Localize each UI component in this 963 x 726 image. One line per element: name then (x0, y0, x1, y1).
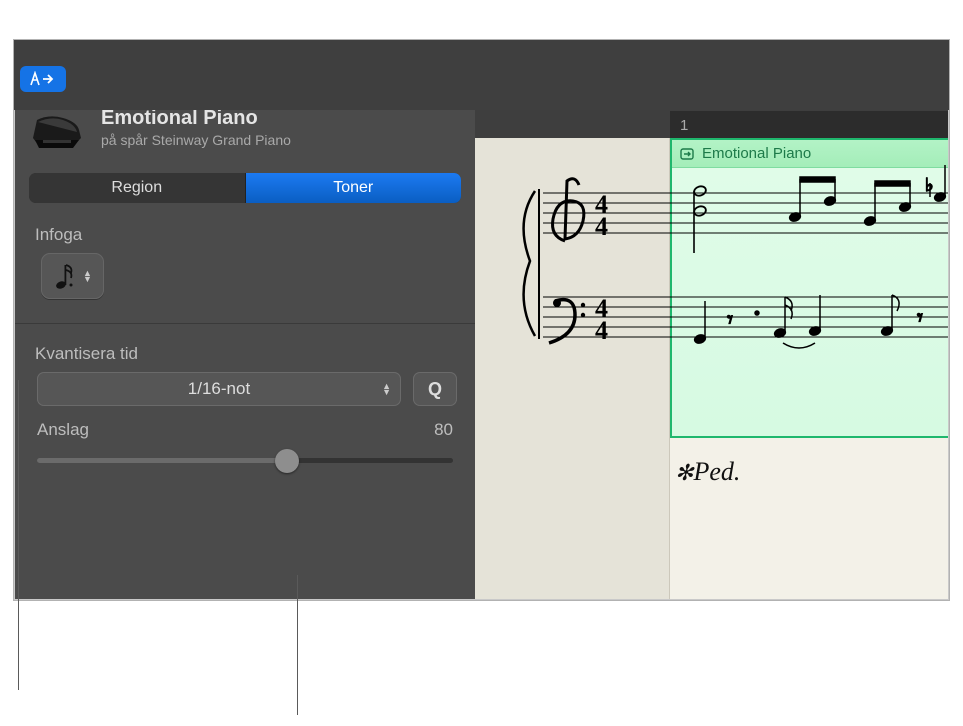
quantize-apply-button[interactable]: Q (413, 372, 457, 406)
editor-toolbar (14, 40, 949, 110)
track-subtitle: på spår Steinway Grand Piano (101, 132, 461, 148)
callout-line (297, 575, 298, 715)
bar-ruler[interactable]: 1 (670, 111, 948, 139)
bar-number: 1 (680, 117, 688, 134)
velocity-slider[interactable] (37, 458, 453, 463)
divider (15, 323, 475, 324)
midi-region[interactable]: Emotional Piano (670, 138, 948, 438)
score-gutter (475, 138, 670, 599)
quantize-label: Kvantisera tid (35, 344, 475, 364)
region-name: Emotional Piano (702, 145, 811, 162)
insert-label: Infoga (35, 225, 475, 245)
slider-thumb[interactable] (275, 449, 299, 473)
catch-button[interactable] (20, 66, 66, 92)
stepper-chevrons-icon: ▲▼ (83, 270, 92, 282)
velocity-value: 80 (434, 420, 453, 440)
region-loop-icon (680, 148, 694, 160)
inspector-tabs: Region Toner (29, 173, 461, 203)
quantize-value-text: 1/16-not (188, 379, 250, 399)
velocity-label: Anslag (37, 420, 89, 440)
instrument-icon (29, 105, 87, 155)
pedal-marking: ✻Ped. (675, 457, 740, 487)
select-chevrons-icon: ▲▼ (382, 383, 391, 395)
slider-fill (37, 458, 287, 463)
region-header[interactable]: Emotional Piano (672, 140, 948, 168)
quantize-value-select[interactable]: 1/16-not ▲▼ (37, 372, 401, 406)
sixteenth-note-icon (53, 261, 77, 291)
insert-note-value-selector[interactable]: ▲▼ (41, 253, 104, 299)
callout-line (18, 380, 19, 690)
inspector-panel: Emotional Piano på spår Steinway Grand P… (15, 41, 475, 599)
score-area: 1 Emotional Piano ✻Ped. (475, 41, 948, 599)
score-editor: Emotional Piano på spår Steinway Grand P… (14, 40, 949, 600)
tab-notes[interactable]: Toner (245, 173, 462, 203)
tab-region[interactable]: Region (29, 173, 245, 203)
region-title: Emotional Piano (101, 107, 461, 130)
